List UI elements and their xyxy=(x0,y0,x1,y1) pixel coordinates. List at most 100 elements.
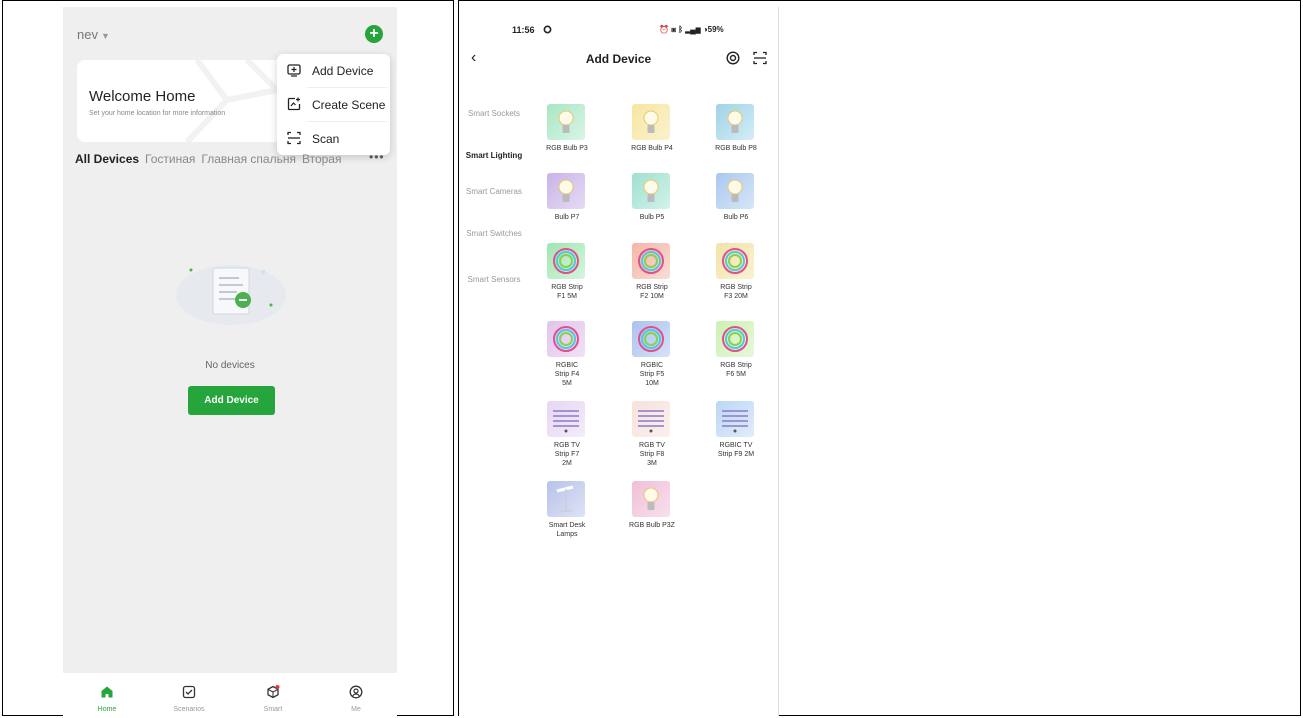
profile-icon xyxy=(349,685,363,699)
room-tabs: All Devices Гостиная Главная спальня Вторая xyxy=(75,152,395,170)
more-tabs-icon[interactable]: ••• xyxy=(369,150,385,164)
tv-strip-icon xyxy=(638,410,664,433)
category-smart-sensors[interactable]: Smart Sensors xyxy=(459,275,529,285)
scan-icon xyxy=(287,131,301,145)
target-icon[interactable] xyxy=(726,51,740,65)
home-selector[interactable]: nev ▼ xyxy=(77,27,110,42)
category-label: Smart Cameras xyxy=(465,187,522,196)
light-bulb-icon xyxy=(643,179,659,202)
category-smart-cameras[interactable]: Smart Cameras xyxy=(458,187,530,197)
nav-label: Scenarios xyxy=(173,706,205,713)
device-name: Bulb P6 xyxy=(723,214,749,221)
tab-room[interactable]: Главная спальня xyxy=(201,152,296,166)
nav-item-smart[interactable]: Smart xyxy=(243,673,303,716)
device-thumbnail xyxy=(547,104,585,140)
category-smart-lighting[interactable]: Smart Lighting xyxy=(459,151,529,161)
add-device-button[interactable]: Add Device xyxy=(188,386,275,415)
nav-label: Me xyxy=(351,706,361,713)
device-thumbnail xyxy=(716,243,754,279)
tab-all-devices[interactable]: All Devices xyxy=(75,152,139,166)
device-thumbnail xyxy=(716,173,754,209)
category-smart-switches[interactable]: Smart Switches xyxy=(465,229,523,239)
device-thumbnail xyxy=(547,321,585,357)
status-icons: ⏰ ▣ ᛒ ▂▄▆ ◑59% xyxy=(659,25,724,34)
light-bulb-icon xyxy=(558,179,574,202)
battery-percent: 59% xyxy=(707,25,724,34)
light-strip-icon xyxy=(553,248,579,274)
menu-item-create-scene[interactable]: Create Scene xyxy=(277,88,390,121)
nav-item-scenarios[interactable]: Scenarios xyxy=(159,673,219,716)
welcome-title: Welcome Home xyxy=(89,88,196,105)
light-strip-icon xyxy=(638,248,664,274)
device-name: RGB Strip F3 20M xyxy=(720,284,752,300)
device-thumbnail xyxy=(632,321,670,357)
menu-item-label: Scan xyxy=(312,132,340,146)
home-name-label: nev xyxy=(77,27,98,42)
add-popup-menu: Add Device Create Scene Scan xyxy=(277,54,390,155)
menu-item-label: Add Device xyxy=(312,64,374,78)
device-thumbnail xyxy=(547,173,585,209)
device-name: RGB Bulb P8 xyxy=(715,145,757,152)
tv-strip-icon xyxy=(553,410,579,433)
device-thumbnail xyxy=(716,321,754,357)
add-device-screen: 11:56 ⏰ ▣ ᛒ ▂▄▆ ◑59% ‹ Add Device Smart … xyxy=(459,7,779,716)
category-smart-sockets[interactable]: Smart Sockets xyxy=(459,109,529,119)
home-icon xyxy=(101,686,113,698)
device-name: RGB Bulb P3Z xyxy=(629,522,675,529)
alarm-icon: ⏰ xyxy=(659,25,669,34)
light-strip-icon xyxy=(638,326,664,352)
device-name: RGB Strip F1 5M xyxy=(551,284,583,300)
signal-icon: ▂▄▆ xyxy=(685,25,701,34)
light-bulb-icon xyxy=(727,179,743,202)
nav-item-me[interactable]: Me xyxy=(326,673,386,716)
device-name: RGB TV Strip F8 3M xyxy=(639,442,665,467)
light-bulb-icon xyxy=(643,487,659,510)
chevron-down-icon: ▼ xyxy=(100,31,110,41)
light-bulb-icon xyxy=(643,110,659,133)
status-time: 11:56 xyxy=(512,25,535,35)
welcome-subtitle: Set your home location for more informat… xyxy=(89,110,226,117)
bluetooth-icon: ᛒ xyxy=(678,25,684,34)
device-thumbnail xyxy=(716,104,754,140)
device-name: RGB Bulb P4 xyxy=(631,145,673,152)
add-device-icon xyxy=(287,64,301,77)
light-strip-icon xyxy=(722,248,748,274)
device-thumbnail xyxy=(547,401,585,437)
device-name: Smart Desk Lamps xyxy=(548,522,586,538)
device-name: RGB Bulb P3 xyxy=(546,145,588,152)
device-name: Bulb P5 xyxy=(639,214,665,221)
device-name: RGBIC Strip F5 10M xyxy=(639,362,665,387)
nav-item-home[interactable]: Home xyxy=(77,673,137,716)
device-thumbnail xyxy=(632,481,670,517)
tv-strip-icon xyxy=(722,410,748,433)
home-screen: nev ▼ + Welcome Home Set your home locati… xyxy=(63,7,397,716)
menu-item-add-device[interactable]: Add Device xyxy=(277,54,390,87)
vibrate-icon: ▣ xyxy=(671,25,677,34)
desk-lamp-icon xyxy=(556,485,574,512)
device-thumbnail xyxy=(632,401,670,437)
device-name: RGBIC Strip F4 5M xyxy=(554,362,580,387)
device-name: RGBIC TV Strip F9 2M xyxy=(717,442,755,458)
light-strip-icon xyxy=(722,326,748,352)
scan-icon[interactable] xyxy=(753,51,767,65)
tab-room[interactable]: Вторая xyxy=(302,152,342,166)
light-bulb-icon xyxy=(727,110,743,133)
device-thumbnail xyxy=(632,173,670,209)
light-strip-icon xyxy=(553,326,579,352)
scenarios-icon xyxy=(182,685,196,699)
add-plus-button[interactable]: + xyxy=(365,25,383,43)
bottom-navigation: Home Scenarios Smart Me xyxy=(63,673,397,716)
tab-room[interactable]: Гостиная xyxy=(145,152,195,166)
device-name: RGB TV Strip F7 2M xyxy=(554,442,580,467)
device-thumbnail xyxy=(547,481,585,517)
device-thumbnail xyxy=(632,243,670,279)
device-thumbnail xyxy=(547,243,585,279)
menu-item-label: Create Scene xyxy=(312,98,386,112)
device-thumbnail xyxy=(716,401,754,437)
empty-document-illustration xyxy=(176,265,286,325)
light-bulb-icon xyxy=(558,110,574,133)
create-scene-icon xyxy=(287,97,301,111)
device-name: RGB Strip F6 5M xyxy=(720,362,752,378)
nav-label: Home xyxy=(97,706,117,713)
device-name: RGB Strip F2 10M xyxy=(636,284,668,300)
